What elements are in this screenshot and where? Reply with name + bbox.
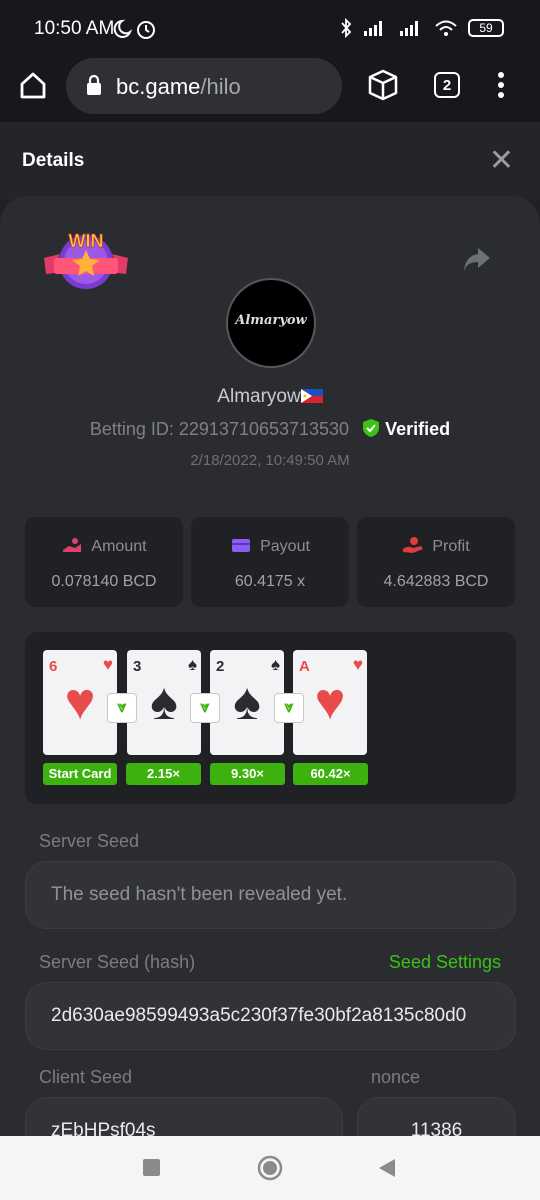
card-suit: ♥ bbox=[352, 655, 363, 674]
stat-profit-label: Profit bbox=[357, 536, 515, 556]
bluetooth-icon bbox=[341, 18, 352, 38]
recents-icon[interactable] bbox=[143, 1159, 160, 1176]
betting-id-row: Betting ID: 22913710653713530 Verified bbox=[0, 418, 540, 440]
home-icon[interactable] bbox=[18, 70, 48, 100]
stat-amount-label: Amount bbox=[25, 536, 183, 556]
wifi-icon bbox=[435, 20, 457, 36]
profit-icon bbox=[403, 537, 424, 553]
cube-icon[interactable] bbox=[366, 68, 400, 102]
server-seed-hash-value: 2d630ae98599493a5c230f37fe30bf2a8135c80d… bbox=[51, 1005, 467, 1026]
details-header: Details ✕ bbox=[0, 122, 540, 200]
system-nav-bar bbox=[0, 1136, 540, 1200]
back-icon[interactable] bbox=[377, 1157, 397, 1179]
stat-profit-value: 4.642883 BCD bbox=[383, 573, 489, 590]
stat-amount-label-text: Amount bbox=[91, 538, 147, 555]
wallet-icon bbox=[232, 539, 251, 552]
stat-amount-value: 0.078140 BCD bbox=[51, 573, 157, 590]
lock-icon bbox=[87, 74, 101, 95]
url-path: /hilo bbox=[200, 74, 241, 99]
server-seed-hash-field[interactable]: 2d630ae98599493a5c230f37fe30bf2a8135c80d… bbox=[25, 982, 516, 1050]
stat-profit-label-text: Profit bbox=[432, 538, 470, 555]
seed-settings-link[interactable]: Seed Settings bbox=[389, 952, 501, 973]
server-seed-field[interactable]: The seed hasn't been revealed yet. bbox=[25, 861, 516, 929]
battery-indicator: 59 bbox=[468, 19, 504, 37]
win-badge-text: WIN bbox=[69, 231, 104, 251]
card-multiplier: 2.15× bbox=[126, 763, 201, 785]
verified-shield-icon bbox=[363, 419, 380, 437]
server-seed-hash-label: Server Seed (hash) bbox=[39, 952, 196, 972]
lower-arrow-icon: ⩔ bbox=[190, 693, 220, 723]
playing-card: A ♥ ♥ bbox=[293, 650, 367, 755]
card-multiplier: 9.30× bbox=[210, 763, 285, 785]
username-row: Almaryow bbox=[0, 386, 540, 408]
card-rank: 2 bbox=[216, 658, 225, 675]
card-multiplier: Start Card bbox=[43, 763, 117, 785]
card-suit-large: ♠ bbox=[233, 673, 261, 731]
card-suit-large: ♥ bbox=[64, 673, 96, 731]
avatar: Almaryow bbox=[226, 278, 316, 368]
nonce-label: nonce bbox=[371, 1067, 421, 1087]
username[interactable]: Almaryow bbox=[217, 386, 300, 407]
card-rank: 3 bbox=[133, 658, 142, 675]
status-icons-left bbox=[113, 19, 155, 39]
philippines-flag-icon bbox=[300, 389, 323, 403]
status-icons-right: 59 bbox=[340, 18, 504, 38]
bet-date: 2/18/2022, 10:49:50 AM bbox=[190, 452, 350, 469]
lower-arrow-icon: ⩔ bbox=[107, 693, 137, 723]
card-rank: A bbox=[299, 658, 310, 675]
card-suit-large: ♥ bbox=[314, 673, 346, 731]
stat-payout-label-text: Payout bbox=[260, 538, 310, 555]
browser-toolbar: bc.game/hilo 2 bbox=[0, 56, 540, 122]
stat-amount: Amount 0.078140 BCD bbox=[25, 517, 183, 607]
card-rank: 6 bbox=[49, 658, 58, 675]
playing-card: 2 ♠ ♠ bbox=[210, 650, 284, 755]
server-seed-label: Server Seed bbox=[39, 831, 140, 851]
url-text: bc.game/hilo bbox=[116, 74, 241, 100]
tab-switcher-button[interactable]: 2 bbox=[434, 72, 460, 98]
kebab-menu-icon[interactable] bbox=[494, 70, 508, 100]
details-title: Details bbox=[22, 150, 85, 171]
verified-label: Verified bbox=[385, 419, 451, 439]
card-multiplier: 60.42× bbox=[293, 763, 368, 785]
card-suit: ♠ bbox=[270, 655, 280, 674]
home-nav-icon[interactable] bbox=[257, 1155, 283, 1181]
client-seed-label: Client Seed bbox=[39, 1067, 133, 1087]
playing-card: 6 ♥ ♥ bbox=[43, 650, 117, 755]
avatar-text: Almaryow bbox=[235, 313, 307, 328]
share-icon[interactable] bbox=[462, 246, 492, 274]
card-suit: ♥ bbox=[102, 655, 113, 674]
status-time: 10:50 AM bbox=[34, 18, 115, 39]
stat-payout-label: Payout bbox=[191, 536, 349, 556]
close-icon[interactable]: ✕ bbox=[489, 146, 514, 176]
server-seed-value: The seed hasn't been revealed yet. bbox=[51, 884, 348, 905]
stat-payout-value: 60.4175 x bbox=[234, 573, 306, 590]
app-root: 10:50 AM 59 bc.game/hilo 2 Details ✕ WIN… bbox=[0, 0, 540, 1200]
betting-id: Betting ID: 22913710653713530 bbox=[89, 419, 350, 439]
address-bar[interactable]: bc.game/hilo bbox=[66, 58, 342, 114]
stat-profit: Profit 4.642883 BCD bbox=[357, 517, 515, 607]
amount-icon bbox=[63, 538, 82, 552]
card-suit: ♠ bbox=[187, 655, 197, 674]
signal-icon-2 bbox=[400, 21, 418, 36]
stat-payout: Payout 60.4175 x bbox=[191, 517, 349, 607]
url-host: bc.game bbox=[116, 74, 201, 99]
win-badge-icon: WIN bbox=[44, 231, 128, 289]
lower-arrow-icon: ⩔ bbox=[274, 693, 304, 723]
status-bar: 10:50 AM 59 bbox=[0, 0, 540, 56]
signal-icon bbox=[364, 21, 382, 36]
